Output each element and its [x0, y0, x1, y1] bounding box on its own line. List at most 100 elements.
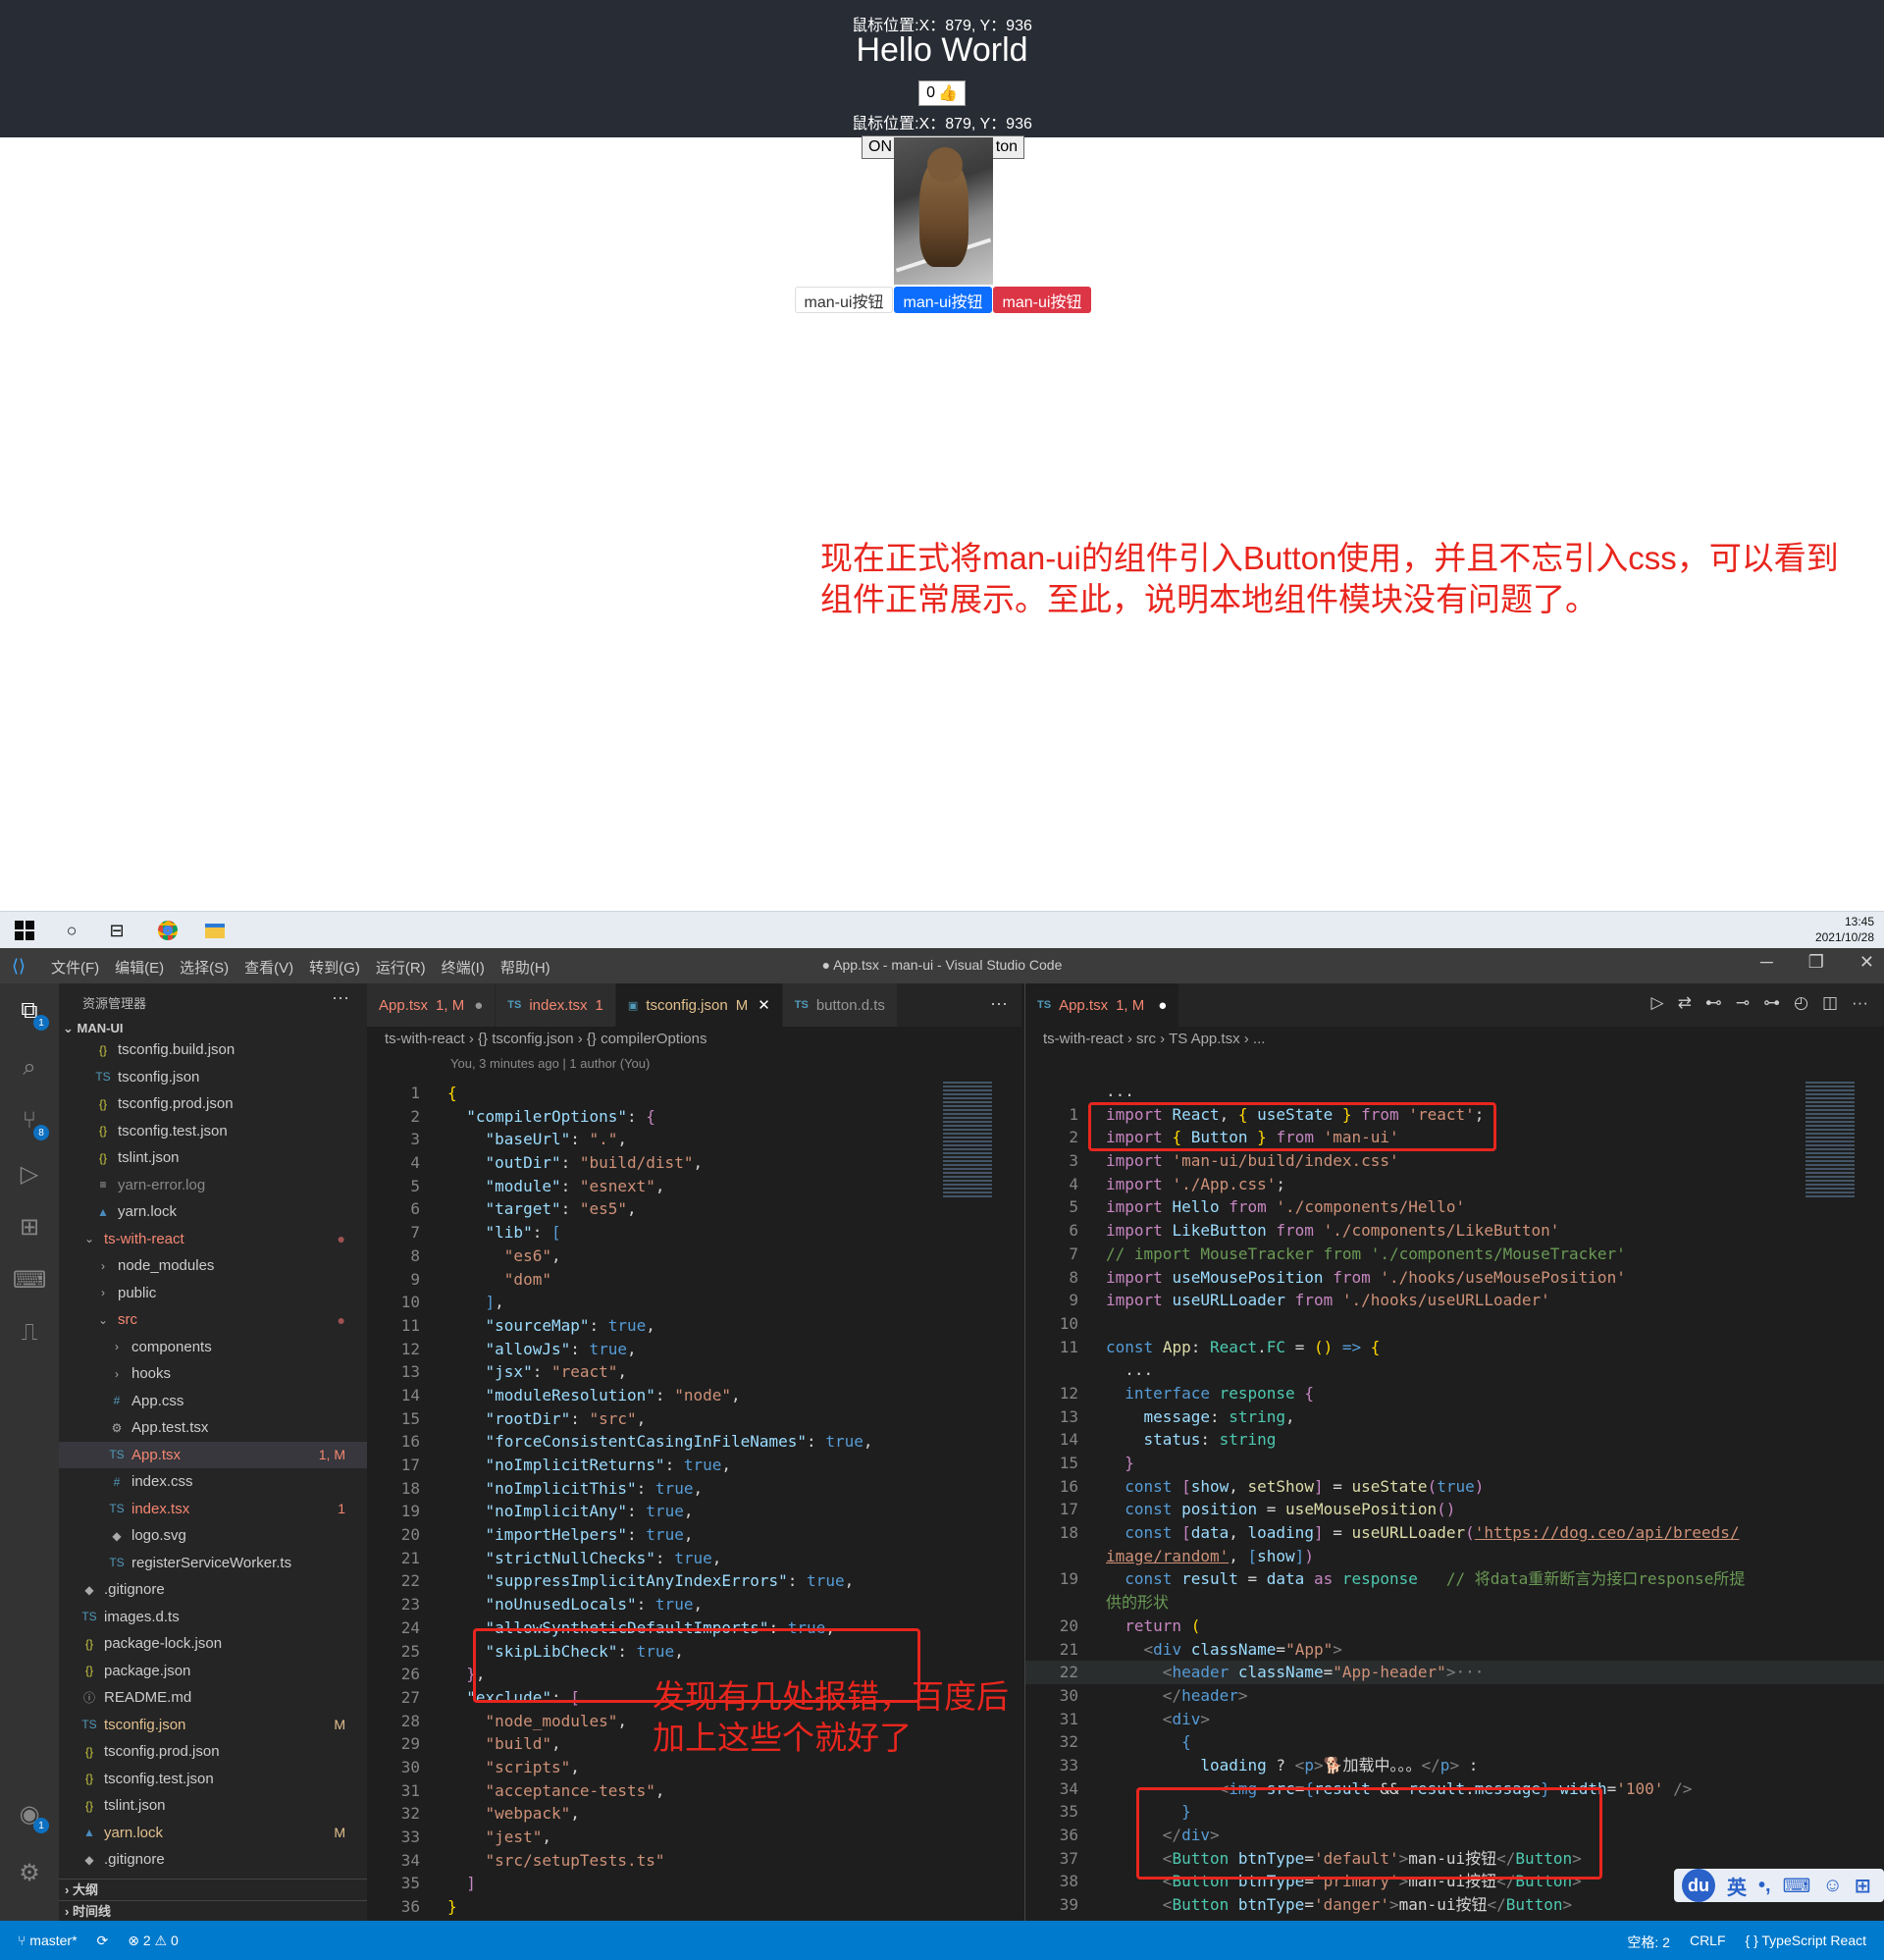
file-type-icon: ▲ — [83, 1826, 95, 1840]
file-tree-item[interactable]: {} tslint.json — [59, 1792, 367, 1820]
file-tree-item[interactable]: {} tslint.json — [59, 1144, 367, 1172]
file-tree-label: node_modules — [118, 1257, 215, 1275]
file-tree-item[interactable]: › node_modules — [59, 1252, 367, 1280]
file-tree-item[interactable]: ⚙ App.test.tsx — [59, 1414, 367, 1442]
like-button[interactable]: 0 👍 — [918, 80, 966, 106]
git-prev-icon[interactable]: ⊷ — [1705, 993, 1722, 1013]
file-tree-item[interactable]: ◆ .gitignore — [59, 1576, 367, 1604]
more-actions-icon[interactable]: ··· — [332, 987, 349, 1008]
indent-spaces[interactable]: 空格: 2 — [1627, 1933, 1670, 1952]
file-tree-item[interactable]: {} tsconfig.test.json — [59, 1766, 367, 1793]
windows-start-icon[interactable] — [14, 920, 35, 941]
file-tree-item[interactable]: # App.css — [59, 1388, 367, 1415]
file-tree-item[interactable]: › hooks — [59, 1360, 367, 1388]
stats-icon[interactable]: ⎍ — [14, 1317, 45, 1349]
close-tab-icon: ✕ — [758, 997, 770, 1014]
file-tree-item[interactable]: {} package-lock.json — [59, 1630, 367, 1658]
editor-actions: ▷ ⇄ ⊷ ⊸ ⊶ ◴ ◫ ··· — [1651, 993, 1868, 1013]
run-icon[interactable]: ▷ — [1651, 993, 1664, 1013]
chrome-icon[interactable] — [157, 920, 179, 941]
file-tree-item[interactable]: {} tsconfig.prod.json — [59, 1738, 367, 1766]
git-next-icon[interactable]: ⊶ — [1763, 993, 1780, 1013]
file-tree-item[interactable]: ⌄ src ● — [59, 1306, 367, 1334]
file-tree-item[interactable]: TS index.tsx 1 — [59, 1496, 367, 1523]
breadcrumb-left[interactable]: ts-with-react › {} tsconfig.json › {} co… — [385, 1031, 706, 1047]
source-control-icon[interactable]: ⑂ 8 — [14, 1105, 49, 1140]
file-status-badge: 1 — [338, 1501, 345, 1517]
activity-bar: ⧉ 1 ⌕ ⑂ 8 ▷ ⊞ ⌨ ⎍ ◉ 1 ⚙ — [0, 983, 59, 1921]
file-status-badge: M — [334, 1825, 345, 1841]
man-ui-default-button[interactable]: man-ui按钮 — [795, 287, 893, 313]
file-tree-item[interactable]: ▲ yarn.lock — [59, 1198, 367, 1226]
tab-index-tsx[interactable]: TS index.tsx 1 — [496, 983, 616, 1027]
settings-gear-icon[interactable]: ⚙ — [14, 1857, 45, 1888]
account-icon[interactable]: ◉ 1 — [14, 1798, 49, 1833]
file-tree-item[interactable]: {} tsconfig.prod.json — [59, 1090, 367, 1118]
sync-icon[interactable]: ⟳ — [97, 1933, 109, 1949]
run-debug-icon[interactable]: ▷ — [14, 1158, 45, 1190]
toggle-right-text: ton — [995, 138, 1018, 155]
explorer-icon[interactable]: ⧉ 1 — [14, 995, 49, 1031]
file-tree-item[interactable]: TS tsconfig.json M — [59, 1712, 367, 1739]
problems-count[interactable]: ⊗ 2 ⚠ 0 — [128, 1933, 179, 1949]
file-tree-item[interactable]: ≡ yarn-error.log — [59, 1172, 367, 1199]
file-tree-label: tsconfig.test.json — [118, 1122, 228, 1139]
git-branch[interactable]: ⑂ master* — [18, 1933, 78, 1949]
file-status-badge: M — [334, 1717, 345, 1733]
search-circle-icon[interactable]: ○ — [61, 920, 82, 941]
ime-toolbar[interactable]: du 英 •, ⌨ ☺ ⊞ — [1674, 1869, 1884, 1902]
file-tree-item[interactable]: TS tsconfig.json — [59, 1064, 367, 1091]
file-tree-item[interactable]: {} tsconfig.test.json — [59, 1118, 367, 1145]
minimize-icon[interactable]: ─ — [1760, 952, 1773, 973]
file-tree-item[interactable]: › components — [59, 1334, 367, 1361]
file-tree-item[interactable]: ◆ .gitignore — [59, 1846, 367, 1874]
maximize-icon[interactable]: ❐ — [1808, 952, 1824, 973]
git-commit-icon[interactable]: ⊸ — [1736, 993, 1750, 1013]
file-tree-label: logo.svg — [131, 1527, 186, 1545]
man-ui-primary-button[interactable]: man-ui按钮 — [894, 287, 992, 313]
more-icon[interactable]: ··· — [1852, 993, 1868, 1013]
man-ui-danger-button[interactable]: man-ui按钮 — [993, 287, 1091, 313]
file-tree-item[interactable]: {} package.json — [59, 1658, 367, 1685]
outline-section[interactable]: › 大纲 — [59, 1879, 367, 1900]
tab-tsconfig-json[interactable]: ▣ tsconfig.json M ✕ — [615, 983, 783, 1027]
taskbar-clock[interactable]: 13:45 2021/10/28 — [1815, 914, 1874, 945]
file-tree-item[interactable]: › public — [59, 1280, 367, 1307]
breadcrumb-right[interactable]: ts-with-react › src › TS App.tsx › ... — [1043, 1031, 1265, 1047]
file-tree-item[interactable]: {} tsconfig.build.json — [59, 1036, 367, 1064]
file-tree-item[interactable]: ⓘ README.md — [59, 1684, 367, 1712]
file-tree-item[interactable]: TS registerServiceWorker.ts — [59, 1550, 367, 1577]
file-tree-item[interactable]: ◆ logo.svg — [59, 1522, 367, 1550]
compare-icon[interactable]: ⇄ — [1678, 993, 1692, 1013]
file-tree-item[interactable]: TS App.tsx 1, M — [59, 1441, 367, 1468]
timeline-icon[interactable]: ◴ — [1794, 993, 1808, 1013]
task-view-icon[interactable]: ⊟ — [106, 920, 128, 941]
file-type-icon: # — [113, 1474, 121, 1489]
file-tree-item[interactable]: # index.css — [59, 1468, 367, 1496]
editor-group-left: App.tsx 1, M ● TS index.tsx 1 ▣ tsconfig.json… — [367, 983, 1021, 1921]
file-tree-label: tsconfig.json — [104, 1716, 186, 1733]
split-editor-icon[interactable]: ◫ — [1822, 993, 1838, 1013]
explorer-title: 资源管理器 — [82, 996, 147, 1011]
tab-app-tsx[interactable]: App.tsx 1, M ● — [367, 983, 497, 1027]
workspace-root[interactable]: ⌄ MAN-UI — [63, 1021, 123, 1036]
file-explorer-icon[interactable] — [204, 920, 226, 941]
codelens-blame[interactable]: You, 3 minutes ago | 1 author (You) — [450, 1056, 650, 1071]
extensions-icon[interactable]: ⊞ — [14, 1211, 45, 1243]
timeline-section[interactable]: › 时间线 — [59, 1900, 367, 1922]
line-ending[interactable]: CRLF — [1690, 1933, 1726, 1952]
file-type-icon: ◆ — [84, 1852, 94, 1867]
tab-app-tsx-right[interactable]: TS App.tsx 1, M ● — [1025, 983, 1180, 1027]
tab-more-icon[interactable]: ··· — [990, 993, 1008, 1014]
close-icon[interactable]: ✕ — [1859, 952, 1874, 973]
file-tree-item[interactable]: ▲ yarn.lock M — [59, 1820, 367, 1847]
search-icon[interactable]: ⌕ — [14, 1052, 45, 1084]
tab-button-d-ts[interactable]: TS button.d.ts — [782, 983, 898, 1027]
file-tree-label: tsconfig.json — [118, 1068, 200, 1086]
code-tsconfig[interactable]: 1{ 2 "compilerOptions": { 3 "baseUrl": "… — [367, 1082, 1021, 1919]
language-mode[interactable]: { } TypeScript React — [1746, 1933, 1866, 1952]
file-tree-label: registerServiceWorker.ts — [131, 1554, 292, 1571]
file-tree-item[interactable]: ⌄ ts-with-react ● — [59, 1226, 367, 1253]
file-tree-item[interactable]: TS images.d.ts — [59, 1604, 367, 1631]
remote-icon[interactable]: ⌨ — [13, 1264, 47, 1296]
